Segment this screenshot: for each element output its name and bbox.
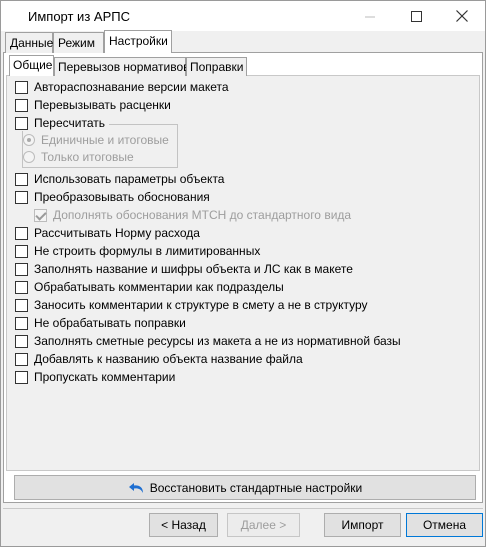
tab-settings[interactable]: Настройки (104, 30, 172, 53)
back-button[interactable]: < Назад (149, 513, 218, 537)
tab-mode[interactable]: Режим (53, 32, 104, 53)
tab-data[interactable]: Данные (5, 32, 53, 53)
checkbox[interactable] (15, 298, 28, 312)
option-label: Рассчитывать Норму расхода (34, 226, 200, 240)
close-icon (456, 10, 468, 22)
option-extend-mtsn[interactable]: Дополнять обоснования МТСН до стандартно… (34, 207, 351, 223)
minimize-icon (364, 16, 375, 17)
next-button[interactable]: Далее > (227, 513, 300, 537)
option-auto-detect-version[interactable]: Автораспознавание версии макета (15, 79, 229, 95)
option-label: Пересчитать (34, 116, 105, 130)
radio-button[interactable] (23, 134, 35, 146)
option-label: Не строить формулы в лимитированных (34, 244, 261, 258)
checkbox[interactable] (15, 262, 28, 276)
option-total-only[interactable]: Только итоговые (23, 149, 134, 165)
option-label: Добавлять к названию объекта название фа… (34, 352, 303, 366)
option-append-filename[interactable]: Добавлять к названию объекта название фа… (15, 351, 303, 367)
checkbox[interactable] (15, 280, 28, 294)
restore-defaults-label: Восстановить стандартные настройки (149, 480, 363, 495)
button-separator (3, 508, 483, 509)
checkbox[interactable] (15, 316, 28, 330)
option-calc-consumption-rate[interactable]: Рассчитывать Норму расхода (15, 225, 200, 241)
tab-label: Общие (13, 58, 53, 72)
window-title: Импорт из АРПС (28, 9, 130, 24)
tab-label: Поправки (190, 60, 244, 74)
checkbox[interactable] (15, 370, 28, 384)
title-bar: Импорт из АРПС (1, 1, 485, 31)
checkbox[interactable] (15, 98, 28, 112)
maximize-button[interactable] (393, 1, 439, 31)
radio-button[interactable] (23, 151, 35, 163)
tab-label: Данные (10, 36, 54, 50)
checkbox[interactable] (15, 226, 28, 240)
checkbox[interactable] (15, 172, 28, 186)
cancel-label: Отмена (422, 518, 467, 532)
option-label: Автораспознавание версии макета (34, 80, 229, 94)
option-skip-corrections[interactable]: Не обрабатывать поправки (15, 315, 186, 331)
option-label: Обрабатывать комментарии как подразделы (34, 280, 284, 294)
option-label: Только итоговые (41, 150, 134, 164)
option-label: Единичные и итоговые (41, 133, 169, 147)
checkbox[interactable] (34, 208, 47, 222)
tab-corrections[interactable]: Поправки (186, 57, 247, 76)
option-label: Заносить комментарии к структуре в смету… (34, 298, 368, 312)
option-label: Использовать параметры объекта (34, 172, 225, 186)
next-label: Далее > (240, 518, 287, 532)
option-label: Пропускать комментарии (34, 370, 176, 384)
close-button[interactable] (439, 1, 485, 31)
option-label: Дополнять обоснования МТСН до стандартно… (53, 208, 352, 222)
import-dialog: Импорт из АРПС Данные Режим Настройки Об… (0, 0, 486, 547)
back-label: < Назад (161, 518, 206, 532)
option-convert-justifications[interactable]: Преобразовывать обоснования (15, 189, 210, 205)
option-label: Преобразовывать обоснования (34, 190, 210, 204)
maximize-icon (410, 10, 422, 22)
checkbox[interactable] (15, 334, 28, 348)
tab-general[interactable]: Общие (9, 55, 54, 76)
tab-label: Настройки (109, 34, 168, 48)
checkbox[interactable] (15, 80, 28, 94)
option-skip-comments[interactable]: Пропускать комментарии (15, 369, 175, 385)
option-comments-as-subsections[interactable]: Обрабатывать комментарии как подразделы (15, 279, 284, 295)
checkbox[interactable] (15, 190, 28, 204)
checkbox[interactable] (15, 244, 28, 258)
checkbox[interactable] (15, 352, 28, 366)
import-label: Импорт (341, 518, 384, 532)
option-fill-names-codes[interactable]: Заполнять название и шифры объекта и ЛС … (15, 261, 353, 277)
option-resources-from-layout[interactable]: Заполнять сметные ресурсы из макета а не… (15, 333, 401, 349)
option-no-formulas-limited[interactable]: Не строить формулы в лимитированных (15, 243, 260, 259)
option-label: Заполнять сметные ресурсы из макета а не… (34, 334, 401, 348)
option-recall-prices[interactable]: Перевызывать расценки (15, 97, 171, 113)
minimize-button[interactable] (347, 1, 393, 31)
tab-norm-recall[interactable]: Перевызов нормативов (54, 57, 190, 76)
checkbox[interactable] (15, 116, 28, 130)
option-recalculate[interactable]: Пересчитать (15, 115, 109, 131)
cancel-button[interactable]: Отмена (406, 513, 483, 537)
option-unit-and-total[interactable]: Единичные и итоговые (23, 132, 169, 148)
option-structure-comments-to-estimate[interactable]: Заносить комментарии к структуре в смету… (15, 297, 368, 313)
undo-arrow-icon (128, 482, 143, 493)
option-label: Перевызывать расценки (34, 98, 171, 112)
tab-label: Перевызов нормативов (58, 60, 190, 74)
option-use-object-params[interactable]: Использовать параметры объекта (15, 171, 224, 187)
import-button[interactable]: Импорт (324, 513, 401, 537)
option-label: Не обрабатывать поправки (34, 316, 186, 330)
restore-defaults-button[interactable]: Восстановить стандартные настройки (14, 475, 476, 500)
tab-label: Режим (58, 36, 95, 50)
option-label: Заполнять название и шифры объекта и ЛС … (34, 262, 353, 276)
